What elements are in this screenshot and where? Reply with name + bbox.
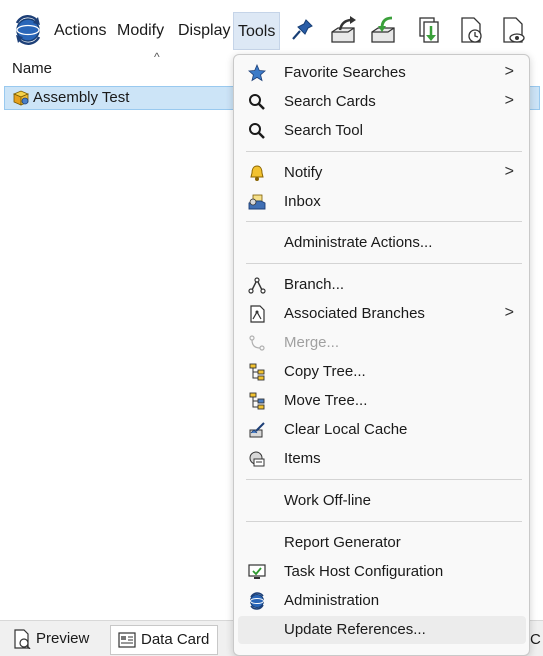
menu-item-search-tool[interactable]: Search Tool	[238, 117, 526, 145]
star-icon	[248, 64, 266, 82]
menu-item-label: Favorite Searches	[284, 64, 406, 81]
menu-item-label: Report Generator	[284, 534, 401, 551]
magnifier-icon	[249, 123, 265, 139]
menu-separator	[246, 521, 522, 522]
tab-preview[interactable]: Preview	[6, 625, 97, 655]
menu-item-inbox[interactable]: Inbox	[238, 188, 526, 216]
menu-item-task-host-configuration[interactable]: Task Host Configuration	[238, 558, 526, 586]
menu-item-favorite-searches[interactable]: Favorite Searches >	[238, 59, 526, 87]
submenu-chevron-icon: >	[504, 92, 514, 109]
column-name-label: Name	[12, 60, 53, 77]
submenu-chevron-icon: >	[504, 63, 514, 80]
menu-item-label: Update References...	[284, 621, 426, 638]
column-header-name[interactable]: Name ^	[0, 50, 240, 84]
menu-item-clear-local-cache[interactable]: Clear Local Cache	[238, 416, 526, 444]
bell-icon	[250, 165, 264, 181]
document-clock-icon[interactable]	[456, 14, 486, 46]
menu-item-associated-branches[interactable]: Associated Branches >	[238, 300, 526, 328]
merge-icon	[249, 335, 265, 351]
menu-item-work-off-line[interactable]: Work Off-line	[238, 487, 526, 515]
menu-separator	[246, 221, 522, 222]
menu-item-move-tree[interactable]: Move Tree...	[238, 387, 526, 415]
menu-item-label: Search Cards	[284, 93, 376, 110]
administration-icon	[250, 592, 264, 610]
menu-item-search-cards[interactable]: Search Cards >	[238, 88, 526, 116]
menu-tools[interactable]: Tools	[233, 12, 281, 50]
menu-item-label: Notify	[284, 164, 323, 181]
menu-item-label: Task Host Configuration	[284, 563, 444, 580]
document-download-icon[interactable]	[414, 14, 444, 46]
submenu-chevron-icon: >	[504, 163, 514, 180]
menu-item-administration[interactable]: Administration	[238, 587, 526, 615]
check-in-icon[interactable]	[368, 14, 398, 46]
tab-data-card-label: Data Card	[141, 631, 210, 648]
menu-display[interactable]: Display	[174, 12, 234, 50]
menu-separator	[246, 479, 522, 480]
menu-item-label: Items	[284, 450, 321, 467]
pin-icon[interactable]	[288, 14, 318, 46]
monitor-icon	[248, 564, 266, 579]
menu-item-label: Work Off-line	[284, 492, 371, 509]
check-out-icon[interactable]	[328, 14, 358, 46]
preview-icon	[14, 629, 31, 649]
tab-preview-label: Preview	[36, 630, 90, 647]
clear-cache-icon	[249, 422, 265, 438]
menu-item-label: Administrate Actions...	[284, 234, 433, 251]
branch-icon	[248, 277, 266, 294]
menu-item-administrate-actions[interactable]: Administrate Actions...	[238, 229, 526, 257]
menu-item-label: Inbox	[284, 193, 321, 210]
menu-actions[interactable]: Actions	[50, 12, 110, 50]
menu-item-label: Copy Tree...	[284, 363, 366, 380]
menu-item-notify[interactable]: Notify >	[238, 159, 526, 187]
assembly-icon	[12, 90, 30, 106]
copy-tree-icon	[249, 363, 265, 381]
menu-item-label: Clear Local Cache	[284, 421, 408, 438]
sort-ascending-icon: ^	[154, 50, 160, 64]
document-view-icon[interactable]	[498, 14, 528, 46]
toolbar: Actions Modify Display Tools	[0, 0, 543, 58]
menu-item-label: Merge...	[284, 334, 340, 351]
tab-truncated-label[interactable]: C	[530, 631, 541, 648]
list-item-label: Assembly Test	[33, 89, 130, 106]
magnifier-icon	[249, 94, 265, 110]
menu-item-update-references[interactable]: Update References...	[238, 616, 526, 644]
menu-item-copy-tree[interactable]: Copy Tree...	[238, 358, 526, 386]
menu-item-merge: Merge...	[238, 329, 526, 357]
menu-item-branch[interactable]: Branch...	[238, 271, 526, 299]
app-refresh-icon[interactable]	[12, 14, 44, 46]
items-icon	[249, 451, 265, 467]
move-tree-icon	[249, 392, 265, 410]
menu-item-label: Administration	[284, 592, 380, 609]
submenu-chevron-icon: >	[504, 304, 514, 321]
tab-data-card[interactable]: Data Card	[110, 625, 219, 655]
menu-modify[interactable]: Modify	[113, 12, 168, 50]
menu-separator	[246, 151, 522, 152]
menu-item-report-generator[interactable]: Report Generator	[238, 529, 526, 557]
menu-item-label: Search Tool	[284, 122, 363, 139]
menu-separator	[246, 263, 522, 264]
menu-item-label: Associated Branches	[284, 305, 425, 322]
data-card-icon	[118, 632, 136, 648]
menu-item-label: Move Tree...	[284, 392, 368, 409]
menu-item-items[interactable]: Items	[238, 445, 526, 473]
associated-branches-icon	[250, 305, 265, 323]
tools-dropdown-menu: Favorite Searches > Search Cards > Searc…	[233, 54, 530, 656]
menu-item-label: Branch...	[284, 276, 345, 293]
inbox-icon	[248, 194, 266, 210]
